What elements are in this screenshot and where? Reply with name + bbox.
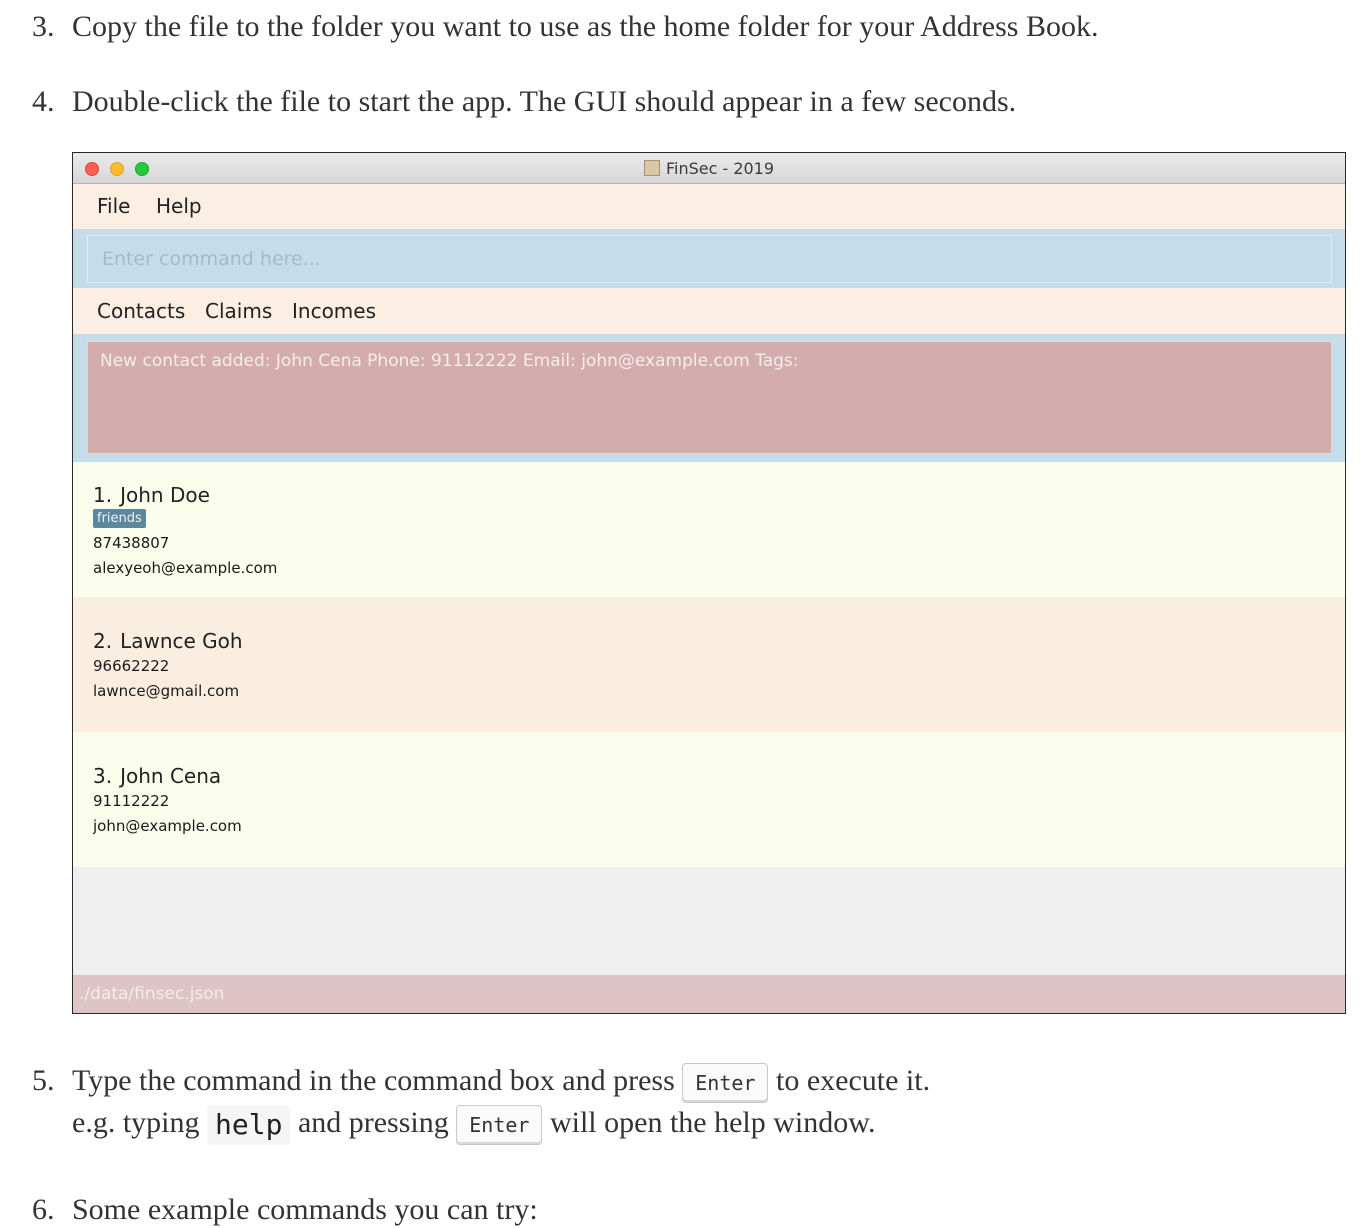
step-text: Type the command in the command box and … (72, 1064, 675, 1097)
contact-card[interactable]: 3. John Cena 91112222 john@example.com (73, 732, 1345, 867)
step-5-example-line: e.g. typing help and pressing Enter will… (32, 1103, 930, 1146)
status-bar-footer: ./data/finsec.json (73, 975, 1345, 1013)
window-titlebar[interactable]: FinSec - 2019 (73, 153, 1345, 184)
window-title-wrap: FinSec - 2019 (73, 159, 1345, 178)
app-document-icon (643, 160, 660, 176)
menu-bar: File Help (73, 184, 1345, 229)
tab-incomes[interactable]: Incomes (292, 299, 376, 323)
contact-phone: 96662222 (93, 657, 170, 675)
contact-list-empty-space (73, 867, 1345, 975)
contact-name-row: 3. John Cena (93, 764, 221, 788)
step-number: 5. (32, 1064, 55, 1097)
command-input[interactable] (87, 235, 1332, 283)
step-number: 4. (32, 85, 55, 118)
contact-name-row: 1. John Doe (93, 483, 210, 507)
step-6: 6. Some example commands you can try: (32, 1190, 538, 1228)
contact-name: John Doe (120, 483, 210, 507)
enter-key-badge: Enter (456, 1105, 543, 1146)
finsec-app-window: FinSec - 2019 File Help Contacts Claims … (72, 152, 1346, 1014)
step-text: will open the help window. (549, 1106, 876, 1140)
menu-help[interactable]: Help (156, 194, 202, 218)
contact-index: 1. (93, 483, 113, 507)
contact-tag: friends (93, 509, 146, 528)
step-text: Some example commands you can try: (72, 1193, 538, 1226)
contact-name-row: 2. Lawnce Goh (93, 629, 243, 653)
command-box-area (73, 229, 1345, 288)
tab-contacts[interactable]: Contacts (97, 299, 185, 323)
contact-index: 3. (93, 764, 113, 788)
help-command-code: help (207, 1105, 291, 1146)
contact-name: John Cena (120, 764, 222, 788)
step-text: to execute it. (775, 1064, 931, 1097)
result-display-area: New contact added: John Cena Phone: 9111… (73, 334, 1345, 462)
step-text: e.g. typing (72, 1106, 200, 1140)
step-number: 6. (32, 1193, 55, 1226)
step-text: and pressing (297, 1106, 449, 1140)
step-3: 3. Copy the file to the folder you want t… (32, 7, 1098, 47)
contact-name: Lawnce Goh (120, 629, 243, 653)
step-text: Double-click the file to start the app. … (72, 85, 1017, 118)
step-number: 3. (32, 10, 55, 43)
contact-card[interactable]: 2. Lawnce Goh 96662222 lawnce@gmail.com (73, 597, 1345, 732)
tab-bar: Contacts Claims Incomes (73, 288, 1345, 334)
save-location-path: ./data/finsec.json (79, 984, 225, 1004)
tab-claims[interactable]: Claims (205, 299, 272, 323)
enter-key-badge: Enter (682, 1063, 769, 1104)
result-message[interactable]: New contact added: John Cena Phone: 9111… (87, 341, 1332, 454)
step-5: 5. Type the command in the command box an… (32, 1061, 931, 1146)
step-text: Copy the file to the folder you want to … (72, 10, 1099, 43)
contact-card[interactable]: 1. John Doe friends 87438807 alexyeoh@exa… (73, 462, 1345, 597)
contact-phone: 91112222 (93, 792, 170, 810)
contact-email: lawnce@gmail.com (93, 682, 240, 700)
step-4: 4. Double-click the file to start the app… (32, 82, 1016, 122)
contact-email: alexyeoh@example.com (93, 559, 278, 577)
contact-email: john@example.com (93, 817, 242, 835)
window-title: FinSec - 2019 (665, 159, 775, 178)
contact-index: 2. (93, 629, 113, 653)
contact-phone: 87438807 (93, 534, 170, 552)
menu-file[interactable]: File (97, 194, 130, 218)
